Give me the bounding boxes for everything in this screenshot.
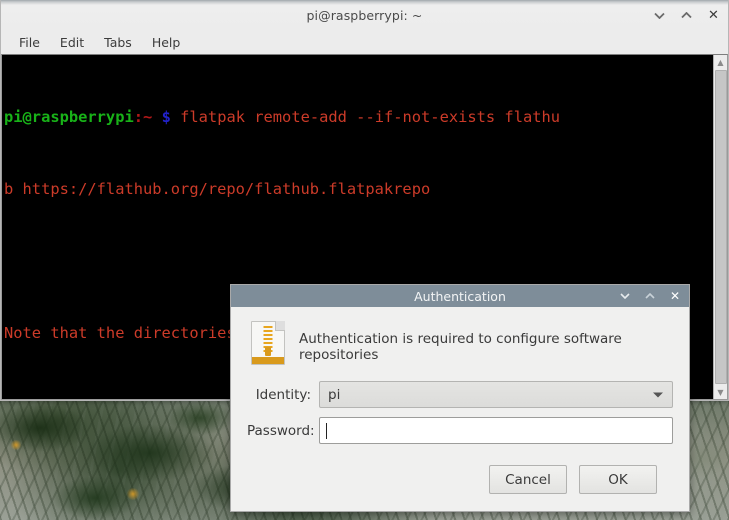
cancel-button[interactable]: Cancel [489, 465, 567, 494]
menu-item-help[interactable]: Help [144, 33, 189, 52]
menu-item-edit[interactable]: Edit [52, 33, 92, 52]
wallpaper-highlight [126, 488, 140, 500]
dialog-body: Authentication is required to configure … [231, 307, 689, 511]
scroll-down-icon[interactable]: ▼ [714, 385, 728, 399]
scroll-up-icon[interactable]: ▲ [714, 55, 728, 69]
dialog-footer: Cancel OK [247, 465, 673, 494]
close-icon[interactable]: ✕ [669, 288, 681, 304]
document-zipper-icon [251, 321, 285, 365]
minimize-icon[interactable] [619, 288, 631, 304]
password-input[interactable] [319, 417, 673, 444]
identity-field-row: Identity: pi [247, 381, 673, 408]
identity-label: Identity: [255, 386, 311, 403]
maximize-icon[interactable] [644, 288, 656, 304]
dialog-message: Authentication is required to configure … [299, 331, 622, 363]
wallpaper-highlight [10, 440, 22, 450]
menu-item-tabs[interactable]: Tabs [96, 33, 140, 52]
identity-select[interactable]: pi [319, 381, 673, 408]
terminal-output-line: b https://flathub.org/repo/flathub.flatp… [4, 180, 431, 198]
text-caret [326, 422, 327, 439]
identity-value: pi [328, 386, 341, 403]
authentication-dialog: Authentication ✕ Authentication is requi… [230, 284, 690, 512]
terminal-command: flatpak remote-add --if-not-exists flath… [180, 108, 561, 126]
terminal-scrollbar[interactable]: ▲ ▼ [713, 55, 727, 399]
dialog-titlebar[interactable]: Authentication ✕ [231, 285, 689, 307]
dialog-window-controls: ✕ [619, 285, 681, 307]
terminal-prompt-line: pi@raspberrypi:~ $ flatpak remote-add --… [4, 105, 713, 129]
prompt-path: :~ [133, 108, 153, 126]
scrollbar-track[interactable] [714, 69, 728, 385]
terminal-title: pi@raspberrypi: ~ [306, 7, 423, 23]
terminal-titlebar[interactable]: pi@raspberrypi: ~ ✕ [1, 0, 728, 30]
menu-item-file[interactable]: File [11, 33, 48, 52]
scrollbar-thumb[interactable] [714, 70, 727, 384]
ok-button[interactable]: OK [579, 465, 657, 494]
chevron-down-icon[interactable] [653, 392, 663, 397]
dialog-message-row: Authentication is required to configure … [247, 321, 673, 365]
prompt-user-host: pi@raspberrypi [4, 108, 134, 126]
terminal-menubar: File Edit Tabs Help [1, 30, 728, 54]
password-label: Password: [247, 422, 315, 439]
terminal-window-controls: ✕ [653, 0, 720, 30]
close-icon[interactable]: ✕ [707, 6, 720, 24]
maximize-icon[interactable] [680, 6, 693, 24]
password-field-row: Password: [247, 417, 673, 444]
prompt-symbol: $ [161, 108, 171, 126]
minimize-icon[interactable] [653, 6, 666, 24]
